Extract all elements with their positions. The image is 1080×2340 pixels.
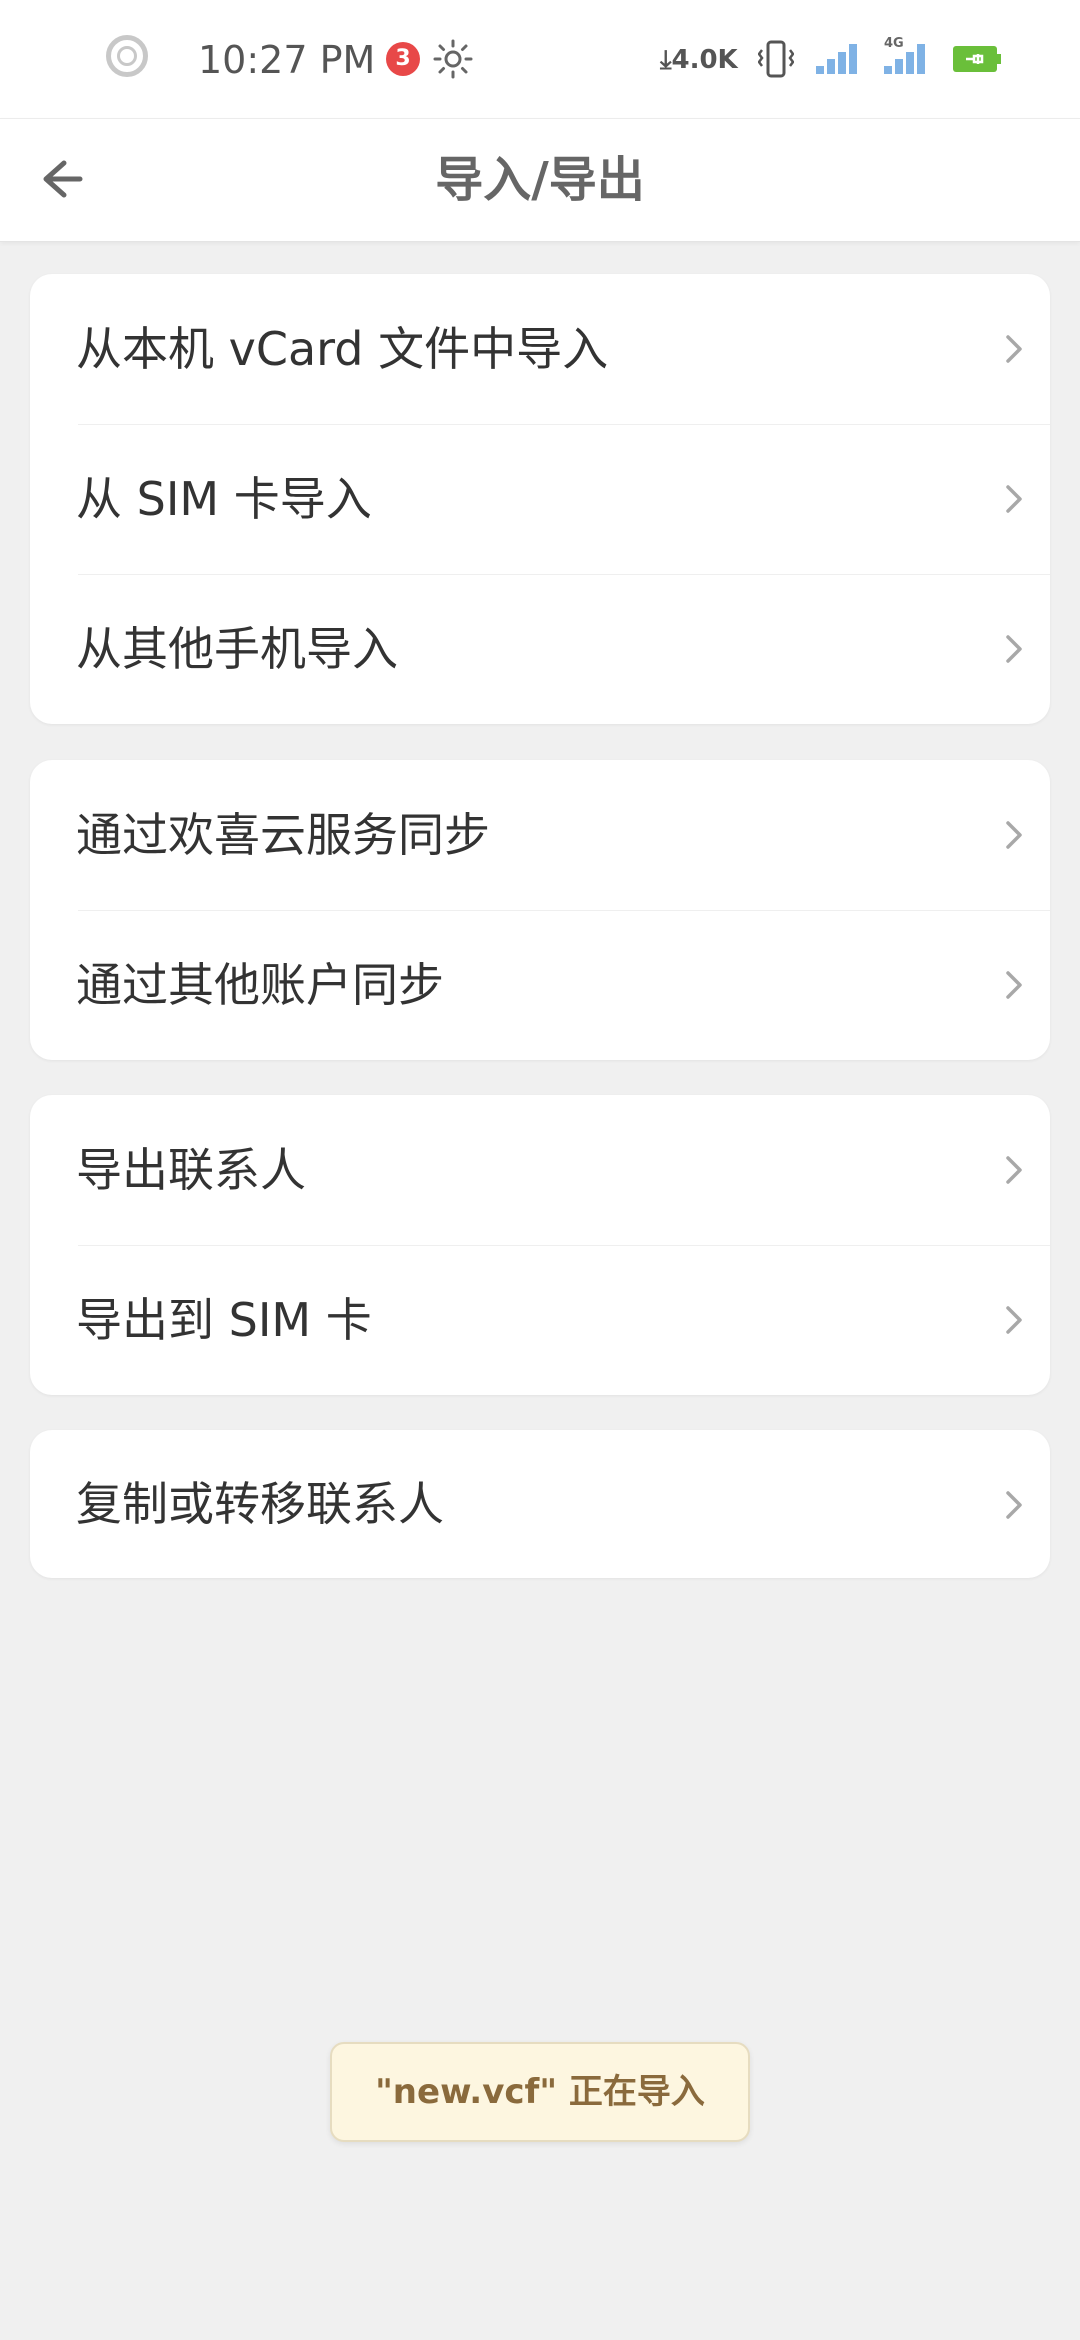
chevron-right-icon [1006,1491,1022,1519]
menu-item-import-sim[interactable]: 从 SIM 卡导入 [30,424,1050,574]
menu-item-sync-other-account[interactable]: 通过其他账户同步 [30,910,1050,1060]
chevron-right-icon [1006,821,1022,849]
menu-item-import-other-phone[interactable]: 从其他手机导入 [30,574,1050,724]
menu-item-label: 从 SIM 卡导入 [76,472,372,526]
chevron-right-icon [1006,485,1022,513]
chevron-right-icon [1006,335,1022,363]
menu-item-export-contacts[interactable]: 导出联系人 [30,1095,1050,1245]
app-header: 导入/导出 [0,118,1080,242]
download-arrow-icon: ⤓ [660,45,672,75]
menu-item-import-vcard[interactable]: 从本机 vCard 文件中导入 [30,274,1050,424]
chevron-right-icon [1006,971,1022,999]
page-title: 导入/导出 [435,152,645,208]
transfer-group: 复制或转移联系人 [30,1430,1050,1578]
menu-item-label: 从本机 vCard 文件中导入 [76,322,609,376]
battery-icon [953,46,1001,72]
menu-item-export-sim[interactable]: 导出到 SIM 卡 [30,1245,1050,1395]
chevron-right-icon [1006,635,1022,663]
back-arrow-icon[interactable] [30,147,90,211]
export-group: 导出联系人 导出到 SIM 卡 [30,1095,1050,1395]
menu-item-label: 复制或转移联系人 [76,1477,444,1531]
vibrate-icon [758,40,794,78]
import-toast: "new.vcf" 正在导入 [330,2042,750,2142]
sync-group: 通过欢喜云服务同步 通过其他账户同步 [30,760,1050,1060]
status-bar: 10:27 PM 3 ⤓4.0K 4G [0,0,1080,118]
chevron-right-icon [1006,1306,1022,1334]
chevron-right-icon [1006,1156,1022,1184]
net-speed-value: 4.0K [671,45,738,75]
signal-strength-icon [816,44,857,74]
menu-item-label: 导出到 SIM 卡 [76,1293,372,1347]
status-time: 10:27 PM [198,38,376,82]
signal-strength-2-icon [884,44,925,74]
menu-item-label: 从其他手机导入 [76,622,398,676]
notification-badge: 3 [386,42,420,76]
menu-item-label: 通过欢喜云服务同步 [76,808,490,862]
menu-item-sync-cloud[interactable]: 通过欢喜云服务同步 [30,760,1050,910]
menu-item-label: 导出联系人 [76,1143,306,1197]
brightness-icon [433,39,473,79]
menu-item-copy-transfer[interactable]: 复制或转移联系人 [30,1430,1050,1578]
menu-item-label: 通过其他账户同步 [76,958,444,1012]
import-group: 从本机 vCard 文件中导入 从 SIM 卡导入 从其他手机导入 [30,274,1050,724]
net-speed: ⤓4.0K [660,42,738,78]
ring-icon [106,35,148,77]
